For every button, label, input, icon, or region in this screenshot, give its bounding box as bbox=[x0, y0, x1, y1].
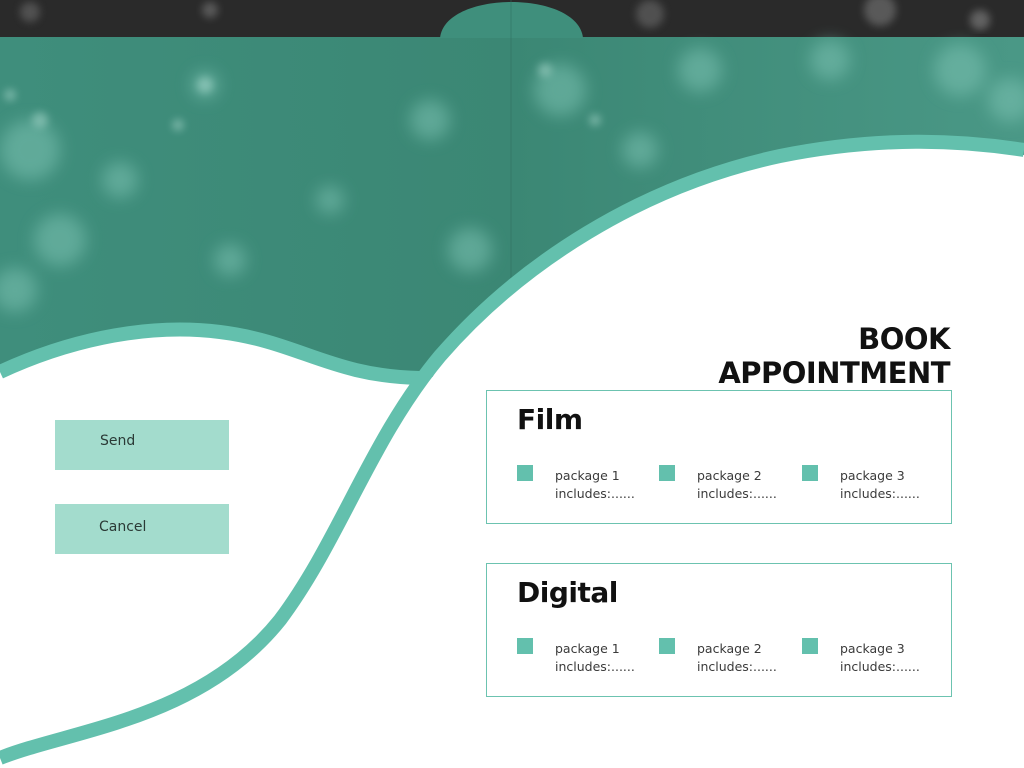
package-desc: includes:...... bbox=[840, 659, 920, 674]
digital-package-2-option[interactable]: package 2 includes:...... bbox=[659, 638, 799, 682]
package-name: package 2 bbox=[697, 468, 762, 483]
package-desc: includes:...... bbox=[555, 659, 635, 674]
film-package-2-option[interactable]: package 2 includes:...... bbox=[659, 465, 799, 509]
checkbox[interactable] bbox=[517, 638, 533, 654]
checkbox[interactable] bbox=[517, 465, 533, 481]
cancel-button[interactable]: Cancel bbox=[55, 504, 229, 554]
checkbox[interactable] bbox=[802, 638, 818, 654]
package-desc: includes:...... bbox=[555, 486, 635, 501]
package-name: package 3 bbox=[840, 641, 905, 656]
film-package-1-option[interactable]: package 1 includes:...... bbox=[517, 465, 657, 509]
package-name: package 3 bbox=[840, 468, 905, 483]
package-name: package 1 bbox=[555, 641, 620, 656]
digital-package-3-option[interactable]: package 3 includes:...... bbox=[802, 638, 942, 682]
package-desc: includes:...... bbox=[840, 486, 920, 501]
checkbox[interactable] bbox=[659, 465, 675, 481]
section-title-digital: Digital bbox=[517, 576, 618, 609]
film-section: Film package 1 includes:...... package 2 i… bbox=[486, 390, 952, 524]
section-title-film: Film bbox=[517, 403, 583, 436]
send-button-label: Send bbox=[100, 433, 136, 449]
checkbox[interactable] bbox=[659, 638, 675, 654]
digital-section: Digital package 1 includes:...... package… bbox=[486, 563, 952, 697]
digital-package-1-option[interactable]: package 1 includes:...... bbox=[517, 638, 657, 682]
package-name: package 1 bbox=[555, 468, 620, 483]
package-desc: includes:...... bbox=[697, 486, 777, 501]
send-button[interactable]: Send bbox=[55, 420, 229, 470]
cancel-button-label: Cancel bbox=[99, 519, 147, 535]
film-package-3-option[interactable]: package 3 includes:...... bbox=[802, 465, 942, 509]
page-title: BOOK APPOINTMENT bbox=[718, 322, 950, 390]
checkbox[interactable] bbox=[802, 465, 818, 481]
package-name: package 2 bbox=[697, 641, 762, 656]
package-desc: includes:...... bbox=[697, 659, 777, 674]
